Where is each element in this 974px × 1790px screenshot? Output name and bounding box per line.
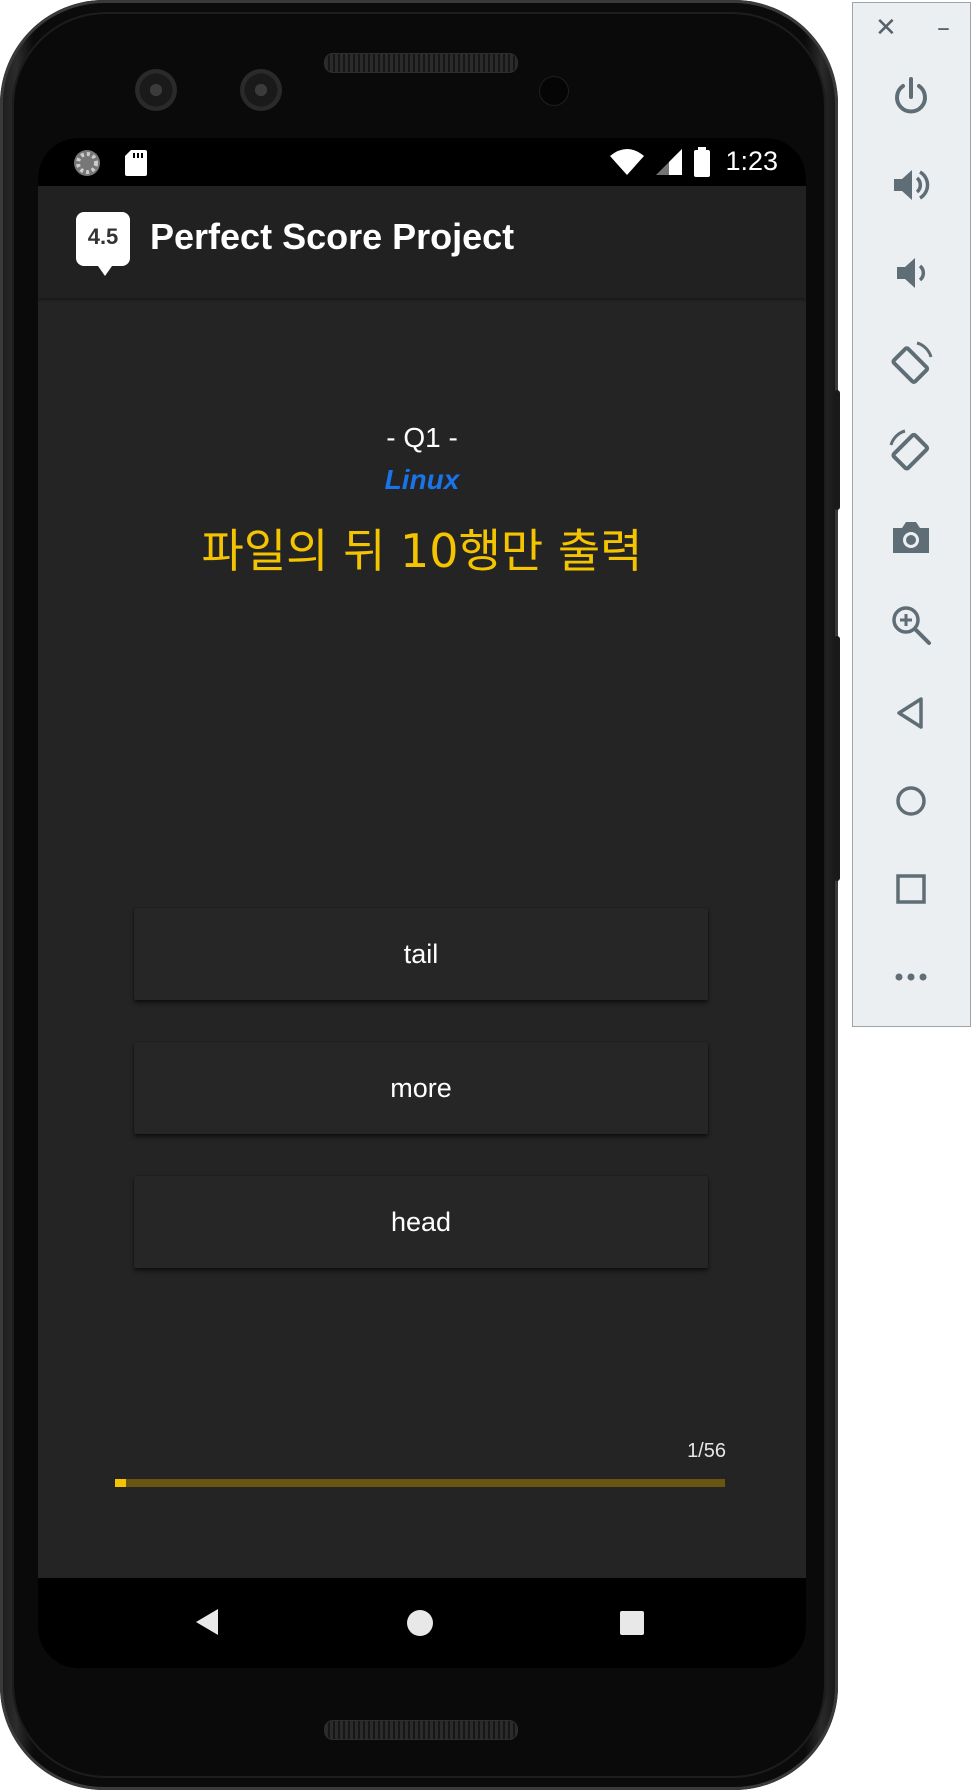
status-bar: 1:23 xyxy=(38,138,806,186)
minimize-icon[interactable]: – xyxy=(937,15,950,41)
app-bar: 4.5 Perfect Score Project xyxy=(38,186,806,298)
more-icon[interactable] xyxy=(881,947,941,1007)
status-time: 1:23 xyxy=(725,146,778,176)
question-text: 파일의 뒤 10행만 출력 xyxy=(201,524,643,578)
zoom-icon[interactable] xyxy=(881,595,941,655)
bottom-speaker-grille xyxy=(324,1720,518,1740)
camera-icon[interactable] xyxy=(881,507,941,567)
close-icon[interactable]: ✕ xyxy=(875,15,897,41)
answer-option-tail[interactable]: tail xyxy=(134,908,708,1000)
wifi-icon xyxy=(610,148,645,175)
proximity-sensor xyxy=(539,76,569,106)
emulator-toolbar: ✕ – xyxy=(852,2,971,1027)
device-screen: 1:23 4.5 Perfect Score Project - Q1 - Li… xyxy=(38,138,806,1668)
navigation-bar xyxy=(38,1578,806,1668)
app-title: Perfect Score Project xyxy=(150,216,515,257)
progress-bar-fill xyxy=(115,1479,126,1487)
nav-recents-icon[interactable] xyxy=(620,1611,644,1635)
question-category: Linux xyxy=(384,464,460,495)
cell-signal-icon xyxy=(656,148,683,175)
power-icon[interactable] xyxy=(881,67,941,127)
answer-option-more[interactable]: more xyxy=(134,1042,708,1134)
volume-down-icon[interactable] xyxy=(881,243,941,303)
app-logo-icon: 4.5 xyxy=(76,212,130,276)
front-camera-left xyxy=(135,69,177,111)
toolbar-header: ✕ – xyxy=(853,3,970,59)
progress-bar xyxy=(115,1479,725,1487)
nav-home-icon[interactable] xyxy=(407,1610,433,1636)
answer-option-head[interactable]: head xyxy=(134,1176,708,1268)
phone-volume-button[interactable] xyxy=(834,636,840,881)
question-number: - Q1 - xyxy=(386,422,458,453)
home-icon[interactable] xyxy=(881,771,941,831)
overview-icon[interactable] xyxy=(881,859,941,919)
phone-frame: 1:23 4.5 Perfect Score Project - Q1 - Li… xyxy=(0,0,838,1790)
back-icon[interactable] xyxy=(881,683,941,743)
sd-card-icon xyxy=(125,150,147,176)
loading-spinner-icon xyxy=(74,150,100,176)
volume-up-icon[interactable] xyxy=(881,155,941,215)
phone-power-button[interactable] xyxy=(834,390,840,510)
nav-back-icon[interactable] xyxy=(196,1609,218,1635)
front-camera-right xyxy=(240,69,282,111)
battery-icon xyxy=(694,146,711,177)
rotate-left-icon[interactable] xyxy=(881,333,941,393)
progress-label: 1/56 xyxy=(687,1440,726,1462)
app-logo-text: 4.5 xyxy=(87,224,119,249)
rotate-right-icon[interactable] xyxy=(881,421,941,481)
top-speaker-grille xyxy=(324,53,518,73)
